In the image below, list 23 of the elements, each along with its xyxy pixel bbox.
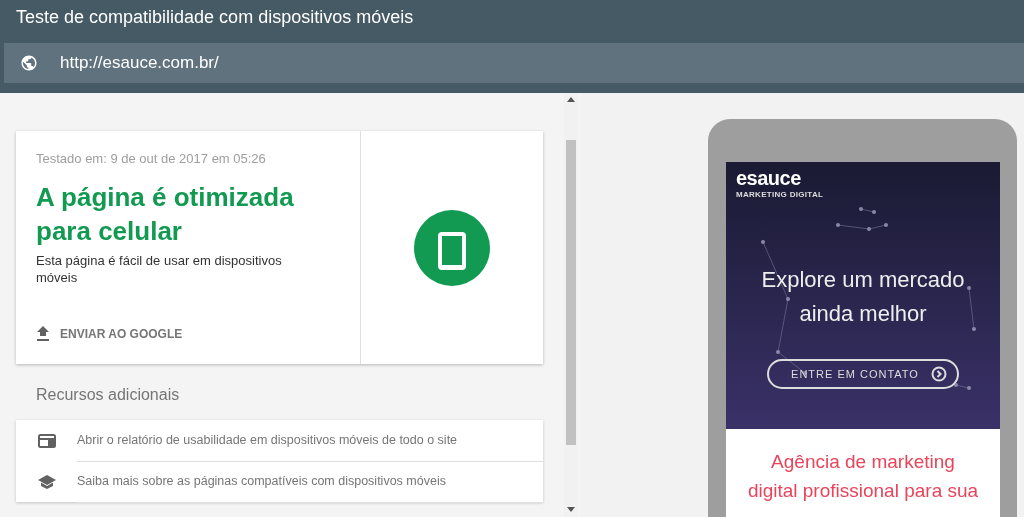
- section-title: Recursos adicionais: [36, 386, 181, 404]
- mobile-phone-icon: [414, 209, 490, 286]
- test-date: Testado em: 9 de out de 2017 em 05:26: [36, 151, 267, 166]
- chevron-circle-icon: [930, 366, 947, 382]
- graduation-cap-icon: [36, 473, 57, 490]
- section-heading: Agência de marketing digital profissional para sua: [747, 450, 979, 503]
- url-field[interactable]: http://esauce.com.br/: [4, 43, 1024, 83]
- scroll-up-icon[interactable]: [567, 96, 575, 102]
- hero-title: Explore um mercado ainda melhor: [760, 266, 966, 328]
- resource-link[interactable]: Saiba mais sobre as páginas compatíveis com dispositivos móveis: [77, 460, 543, 503]
- logo: esauce: [736, 168, 802, 188]
- url-text: http://esauce.com.br/: [60, 53, 219, 73]
- result-description: Esta página é fácil de usar em dispositivos móveis: [36, 252, 283, 286]
- dashboard-icon: [37, 433, 56, 448]
- page-title: Teste de compatibilidade com dispositivos móveis: [15, 6, 415, 29]
- contact-button[interactable]: ENTRE EM CONTATO: [767, 359, 959, 389]
- upload-icon: [36, 326, 50, 342]
- resource-link[interactable]: Abrir o relatório de usabilidade em dispositivos móveis de todo o site: [77, 419, 543, 462]
- globe-icon: [20, 54, 38, 72]
- result-heading: A página é otimizada para celular: [36, 181, 295, 248]
- send-to-google-button[interactable]: ENVIAR AO GOOGLE: [36, 326, 183, 342]
- logo-tagline: MARKETING DIGITAL: [736, 190, 824, 199]
- scroll-down-icon[interactable]: [567, 507, 575, 513]
